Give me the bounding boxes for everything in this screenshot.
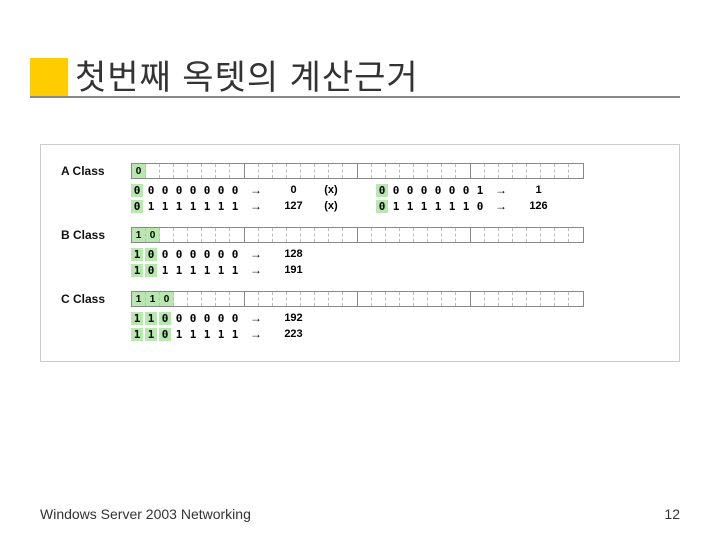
class-a-label: A Class — [61, 164, 131, 178]
calc-result: 192 — [271, 312, 316, 324]
arrow-icon: → — [241, 311, 271, 325]
calc-result: 223 — [271, 328, 316, 340]
class-a-header-row: A Class 0 — [61, 163, 659, 179]
arrow-icon: → — [241, 247, 271, 261]
title-bullet-icon — [30, 58, 68, 96]
page-number: 12 — [664, 506, 680, 522]
calc-result: 128 — [271, 248, 316, 260]
bit-fixed: 1 — [132, 228, 146, 242]
class-b-label: B Class — [61, 228, 131, 242]
calc-result: 1 — [516, 184, 561, 196]
slide-footer: Windows Server 2003 Networking 12 — [40, 506, 680, 522]
class-c-calc-row-1: 11000000 → 192 — [131, 311, 659, 325]
calc-note: (x) — [316, 200, 346, 212]
calc-note: (x) — [316, 184, 346, 196]
class-c-label: C Class — [61, 292, 131, 306]
calc-result: 191 — [271, 264, 316, 276]
diagram-container: A Class 0 00000000 → 0 (x) 00000001 → 1 — [40, 144, 680, 362]
class-b-calc-row-1: 10000000 → 128 — [131, 247, 659, 261]
arrow-icon: → — [486, 199, 516, 213]
class-c-octets: 110 — [131, 291, 584, 307]
class-b-calc-row-2: 10111111 → 191 — [131, 263, 659, 277]
arrow-icon: → — [486, 183, 516, 197]
arrow-icon: → — [241, 183, 271, 197]
bit-fixed: 0 — [146, 228, 160, 242]
class-c-header-row: C Class 110 — [61, 291, 659, 307]
class-a-calc-row-2: 01111111 → 127 (x) 01111110 → 126 — [131, 199, 659, 213]
calc-result: 0 — [271, 184, 316, 196]
arrow-icon: → — [241, 263, 271, 277]
calc-result: 126 — [516, 200, 561, 212]
class-a-octets: 0 — [131, 163, 584, 179]
class-b-octets: 10 — [131, 227, 584, 243]
slide-title-area: 첫번째 옥텟의 계산근거 — [40, 50, 680, 99]
arrow-icon: → — [241, 199, 271, 213]
class-a-calc-row-1: 00000000 → 0 (x) 00000001 → 1 — [131, 183, 659, 197]
arrow-icon: → — [241, 327, 271, 341]
bit-fixed: 0 — [160, 292, 174, 306]
calc-result: 127 — [271, 200, 316, 212]
slide-title: 첫번째 옥텟의 계산근거 — [75, 50, 680, 99]
class-c-calc-row-2: 11011111 → 223 — [131, 327, 659, 341]
footer-text: Windows Server 2003 Networking — [40, 506, 251, 522]
bit-fixed: 1 — [132, 292, 146, 306]
class-b-header-row: B Class 10 — [61, 227, 659, 243]
bit-fixed: 0 — [132, 164, 146, 178]
bit-fixed: 1 — [146, 292, 160, 306]
